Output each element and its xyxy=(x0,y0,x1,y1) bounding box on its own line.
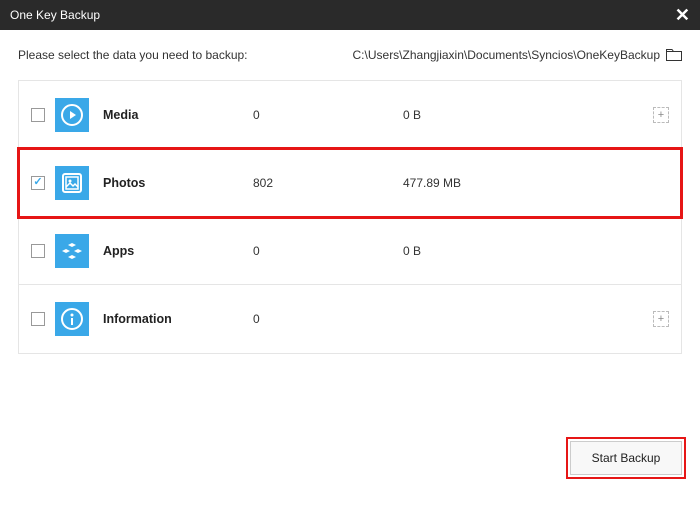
row-size: 0 B xyxy=(403,244,669,258)
play-icon xyxy=(55,98,89,132)
add-icon[interactable]: + xyxy=(653,311,669,327)
row-count: 0 xyxy=(253,108,403,122)
add-icon[interactable]: + xyxy=(653,107,669,123)
row-label: Media xyxy=(103,108,253,122)
info-icon xyxy=(55,302,89,336)
data-list: Media00 B+Photos802477.89 MBApps00 BInfo… xyxy=(18,80,682,354)
titlebar: One Key Backup ✕ xyxy=(0,0,700,30)
row-checkbox[interactable] xyxy=(31,176,45,190)
close-icon[interactable]: ✕ xyxy=(675,5,690,26)
row-label: Apps xyxy=(103,244,253,258)
prompt-text: Please select the data you need to backu… xyxy=(18,48,248,62)
header-row: Please select the data you need to backu… xyxy=(18,48,682,62)
row-count: 0 xyxy=(253,244,403,258)
list-item: Photos802477.89 MB xyxy=(19,149,681,217)
row-count: 802 xyxy=(253,176,403,190)
folder-icon[interactable] xyxy=(666,49,682,61)
row-label: Photos xyxy=(103,176,253,190)
list-item: Information0 + xyxy=(19,285,681,353)
list-item: Apps00 B xyxy=(19,217,681,285)
row-size: 0 B xyxy=(403,108,653,122)
list-item: Media00 B+ xyxy=(19,81,681,149)
apps-icon xyxy=(55,234,89,268)
window-title: One Key Backup xyxy=(10,8,100,22)
row-checkbox[interactable] xyxy=(31,108,45,122)
image-icon xyxy=(55,166,89,200)
backup-path: C:\Users\Zhangjiaxin\Documents\Syncios\O… xyxy=(353,48,660,62)
row-label: Information xyxy=(103,312,253,326)
row-count: 0 xyxy=(253,312,403,326)
row-checkbox[interactable] xyxy=(31,312,45,326)
start-backup-button[interactable]: Start Backup xyxy=(570,441,682,475)
row-size: 477.89 MB xyxy=(403,176,669,190)
row-checkbox[interactable] xyxy=(31,244,45,258)
